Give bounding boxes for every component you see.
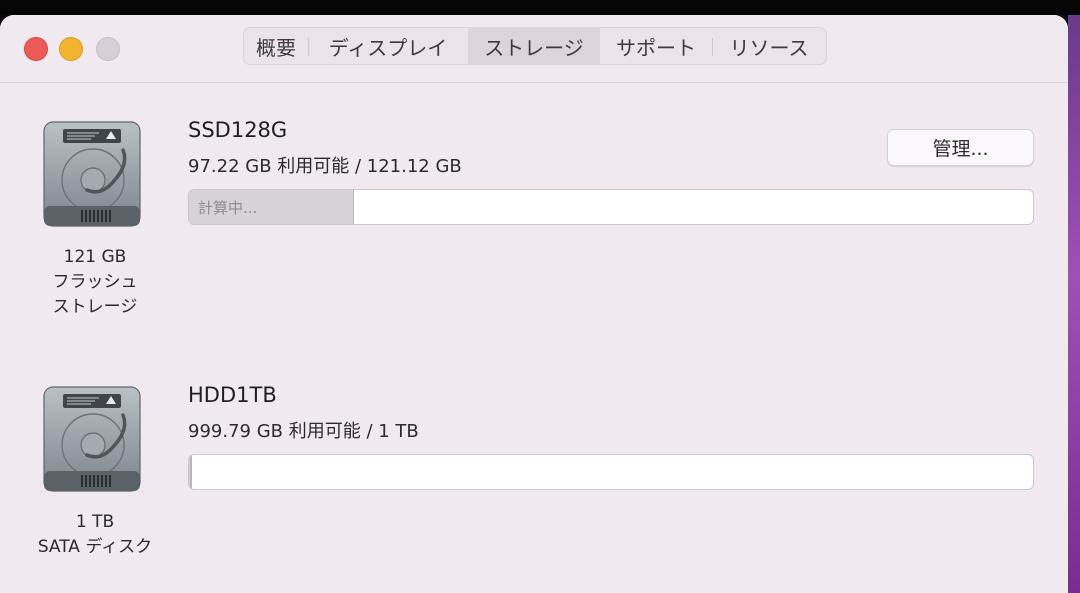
drive-usage: 999.79 GB 利用可能 / 1 TB [188,421,419,442]
drive-type-line1: SATA ディスク [37,537,153,557]
screen-top-strip [0,0,1080,15]
zoom-button[interactable] [96,37,120,61]
storage-bar-fill [189,455,192,489]
tab-resources[interactable]: リソース [712,28,826,64]
hard-drive-icon [43,386,141,492]
storage-bar-fill: 計算中... [189,190,354,224]
drive-capacity: 121 GB [63,247,127,267]
manage-button[interactable]: 管理... [887,129,1034,166]
tab-overview[interactable]: 概要 [244,28,308,64]
tab-support[interactable]: サポート [600,28,712,64]
about-this-mac-window: 概要 ディスプレイ ストレージ サポート リソース 121 GB フラッシュ ス… [0,15,1068,593]
tab-bar: 概要 ディスプレイ ストレージ サポート リソース [243,27,827,65]
drive-info: 121 GB フラッシュ ストレージ [20,245,170,320]
minimize-button[interactable] [59,37,83,61]
close-button[interactable] [24,37,48,61]
hard-drive-icon [43,121,141,227]
drive-capacity: 1 TB [75,512,115,532]
tab-displays[interactable]: ディスプレイ [308,28,468,64]
desktop-background-edge [1068,15,1080,593]
drive-type-line1: フラッシュ [52,272,138,292]
drive-info: 1 TB SATA ディスク [20,510,170,560]
drive-usage: 97.22 GB 利用可能 / 121.12 GB [188,156,462,177]
drive-type-line2: ストレージ [52,297,138,317]
storage-usage-bar [188,454,1034,490]
titlebar: 概要 ディスプレイ ストレージ サポート リソース [0,15,1068,83]
drive-name: HDD1TB [188,383,277,407]
tab-storage[interactable]: ストレージ [468,28,600,64]
storage-usage-bar: 計算中... [188,189,1034,225]
drive-name: SSD128G [188,118,288,142]
